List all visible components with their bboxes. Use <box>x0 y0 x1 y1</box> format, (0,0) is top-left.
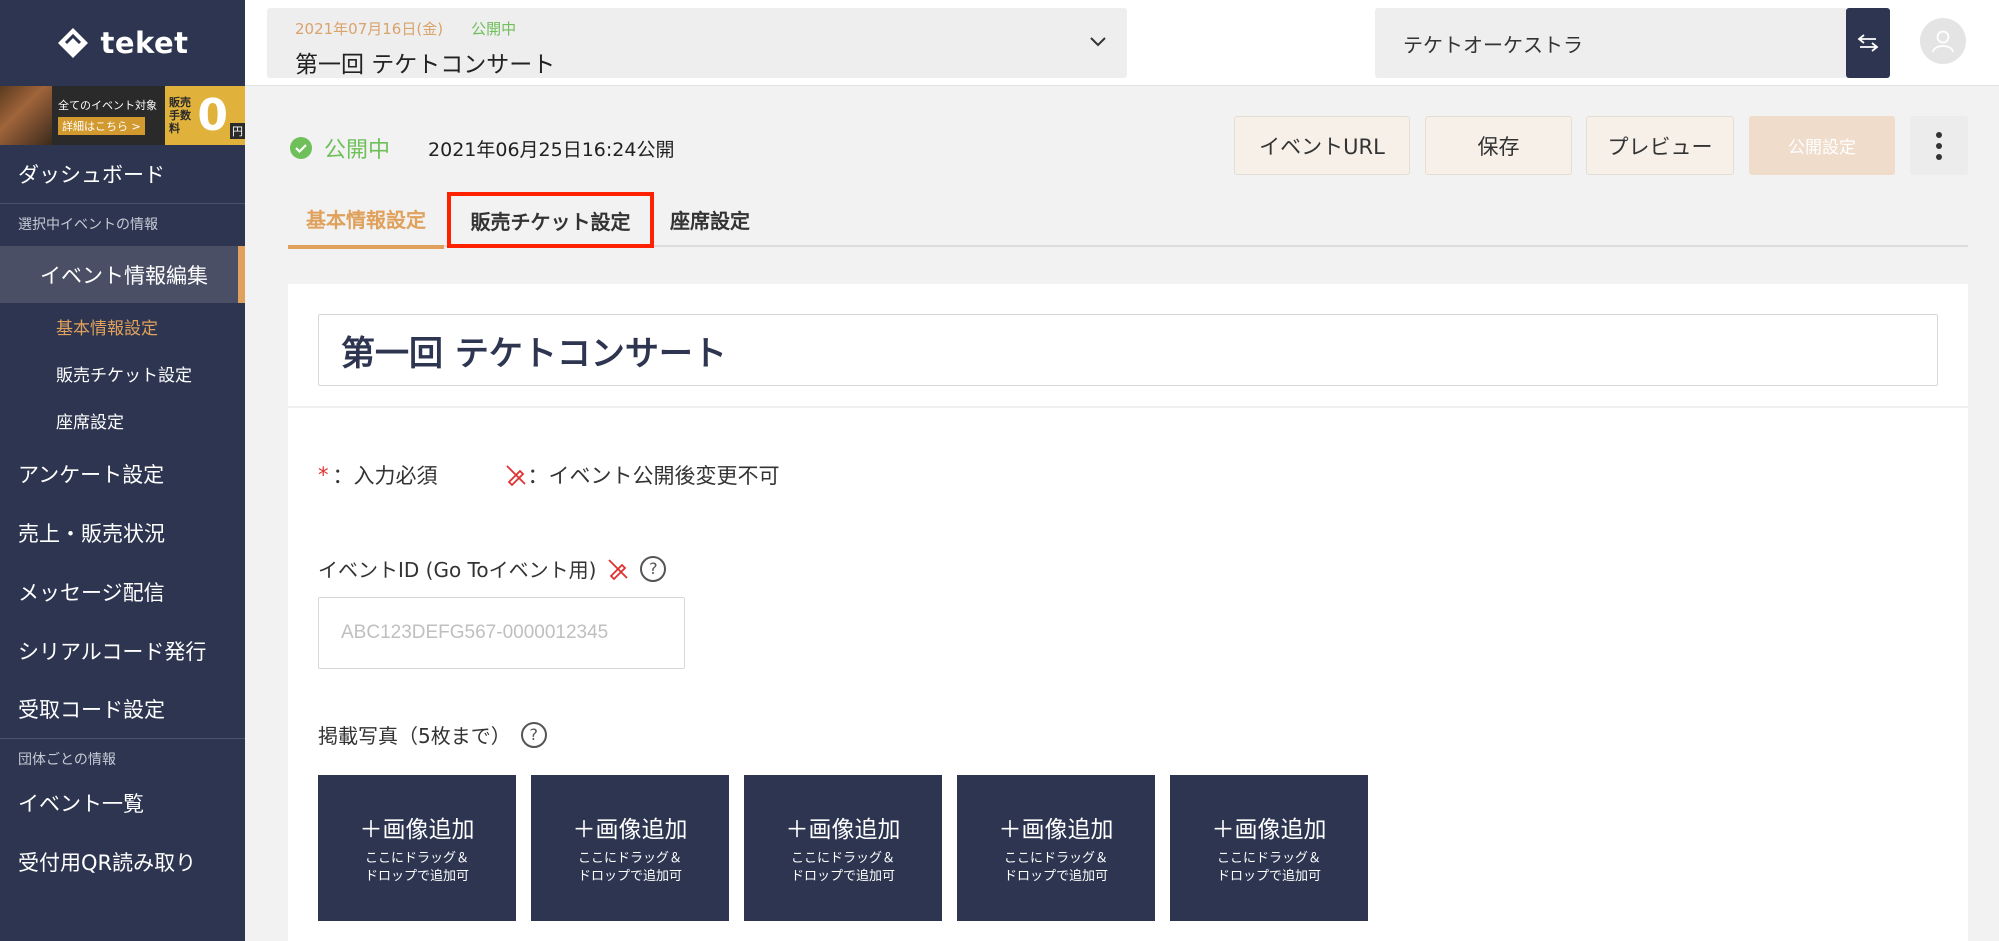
sidebar-item-messages[interactable]: メッセージ配信 <box>0 562 245 621</box>
sidebar-subitem-basic-info[interactable]: 基本情報設定 <box>0 303 245 350</box>
photo-upload-slot[interactable]: ＋画像追加 ここにドラッグ＆ ドロップで追加可 <box>957 775 1155 921</box>
banner-photo <box>0 86 52 145</box>
photos-label: 掲載写真（5枚まで） <box>318 724 511 748</box>
event-date: 2021年07月16日(金) <box>295 20 444 38</box>
sidebar-item-survey[interactable]: アンケート設定 <box>0 444 245 503</box>
check-circle-icon <box>290 137 312 159</box>
status-label: 公開中 <box>324 138 391 163</box>
banner-yen: 円 <box>230 123 245 139</box>
kebab-dot-icon <box>1936 131 1942 138</box>
preview-button[interactable]: プレビュー <box>1586 116 1734 175</box>
banner-fee-value: 0 <box>197 89 228 141</box>
help-icon[interactable]: ? <box>640 555 667 582</box>
event-id-input[interactable] <box>318 597 685 669</box>
sidebar-item-sales[interactable]: 売上・販売状況 <box>0 503 245 562</box>
tab-seat-settings[interactable]: 座席設定 <box>670 192 750 247</box>
settings-tabs: 基本情報設定 販売チケット設定 座席設定 <box>288 192 1968 249</box>
banner-line2: 詳細はこちら > <box>58 116 145 135</box>
tab-ticket-settings[interactable]: 販売チケット設定 <box>447 192 654 248</box>
event-name: 第一回 テケトコンサート <box>295 52 556 78</box>
photo-upload-slot[interactable]: ＋画像追加 ここにドラッグ＆ ドロップで追加可 <box>1170 775 1368 921</box>
kebab-dot-icon <box>1936 153 1942 160</box>
photo-add-label: ＋画像追加 <box>1211 816 1327 843</box>
sidebar: teket 全てのイベント対象 詳細はこちら > 販売 手数料 0 円 ダッシュ… <box>0 0 245 941</box>
photo-hint: ここにドラッグ＆ ドロップで追加可 <box>364 850 469 884</box>
sidebar-subitem-seats[interactable]: 座席設定 <box>0 397 245 444</box>
more-menu-button[interactable] <box>1910 116 1968 175</box>
teket-logo-icon <box>56 26 90 60</box>
photo-add-label: ＋画像追加 <box>359 816 475 843</box>
kebab-dot-icon <box>1936 142 1942 149</box>
sidebar-item-event-edit[interactable]: イベント情報編集 <box>0 246 245 303</box>
photo-add-label: ＋画像追加 <box>998 816 1114 843</box>
banner-line1: 全てのイベント対象 <box>58 98 157 112</box>
sidebar-subitem-tickets[interactable]: 販売チケット設定 <box>0 350 245 397</box>
brand-name: teket <box>100 26 189 60</box>
chevron-down-icon <box>1090 37 1106 47</box>
photo-hint: ここにドラッグ＆ ドロップで追加可 <box>790 850 895 884</box>
photo-add-label: ＋画像追加 <box>572 816 688 843</box>
photos-label-row: 掲載写真（5枚まで） ? <box>318 720 547 749</box>
legend-locked-text: ：イベント公開後変更不可 <box>527 464 780 488</box>
photo-hint: ここにドラッグ＆ ドロップで追加可 <box>1216 850 1321 884</box>
switch-organization-button[interactable] <box>1846 8 1890 78</box>
sidebar-item-receipt-codes[interactable]: 受取コード設定 <box>0 680 245 739</box>
field-legend: * ：入力必須 ：イベント公開後変更不可 <box>318 460 780 490</box>
save-button[interactable]: 保存 <box>1425 116 1572 175</box>
photo-add-label: ＋画像追加 <box>785 816 901 843</box>
photo-upload-slot[interactable]: ＋画像追加 ここにドラッグ＆ ドロップで追加可 <box>531 775 729 921</box>
photo-hint: ここにドラッグ＆ ドロップで追加可 <box>1003 850 1108 884</box>
event-title-field[interactable]: 第一回 テケトコンサート <box>318 314 1938 386</box>
top-header: 2021年07月16日(金) 公開中 第一回 テケトコンサート テケトオーケスト… <box>245 0 1999 86</box>
sidebar-item-event-list[interactable]: イベント一覧 <box>0 773 245 832</box>
photo-upload-slot[interactable]: ＋画像追加 ここにドラッグ＆ ドロップで追加可 <box>318 775 516 921</box>
locked-pencil-icon <box>505 465 526 487</box>
photo-hint: ここにドラッグ＆ ドロップで追加可 <box>577 850 682 884</box>
user-avatar[interactable] <box>1920 18 1966 64</box>
published-at: 2021年06月25日16:24公開 <box>428 138 675 161</box>
section-label-org: 団体ごとの情報 <box>18 752 116 768</box>
publish-settings-button[interactable]: 公開設定 <box>1749 116 1895 175</box>
sidebar-item-dashboard[interactable]: ダッシュボード <box>0 145 245 204</box>
event-selector[interactable]: 2021年07月16日(金) 公開中 第一回 テケトコンサート <box>267 8 1127 78</box>
banner-fee-label: 販売 手数料 <box>169 95 191 136</box>
locked-pencil-icon <box>608 558 629 580</box>
promo-banner[interactable]: 全てのイベント対象 詳細はこちら > 販売 手数料 0 円 <box>0 86 245 145</box>
help-icon[interactable]: ? <box>520 721 547 748</box>
divider <box>288 406 1968 408</box>
event-id-label: イベントID (Go Toイベント用) <box>318 558 597 582</box>
brand-logo[interactable]: teket <box>0 0 245 86</box>
event-url-button[interactable]: イベントURL <box>1234 116 1410 175</box>
publish-status: 公開中 2021年06月25日16:24公開 <box>290 132 674 164</box>
user-icon <box>1932 30 1954 53</box>
tab-basic-info[interactable]: 基本情報設定 <box>288 192 444 249</box>
sidebar-item-serial-codes[interactable]: シリアルコード発行 <box>0 621 245 680</box>
required-mark: * <box>318 463 329 487</box>
swap-arrows-icon <box>1857 34 1879 52</box>
sidebar-item-qr-reader[interactable]: 受付用QR読み取り <box>0 832 245 891</box>
section-label-selected-event: 選択中イベントの情報 <box>18 217 158 233</box>
basic-info-form: 第一回 テケトコンサート * ：入力必須 ：イベント公開後変更不可 イベントID… <box>288 284 1968 941</box>
legend-required-text: ：入力必須 <box>332 464 438 488</box>
organization-name[interactable]: テケトオーケストラ <box>1375 8 1847 78</box>
event-status: 公開中 <box>471 20 517 38</box>
event-id-label-row: イベントID (Go Toイベント用) ? <box>318 554 667 583</box>
photo-upload-slot[interactable]: ＋画像追加 ここにドラッグ＆ ドロップで追加可 <box>744 775 942 921</box>
